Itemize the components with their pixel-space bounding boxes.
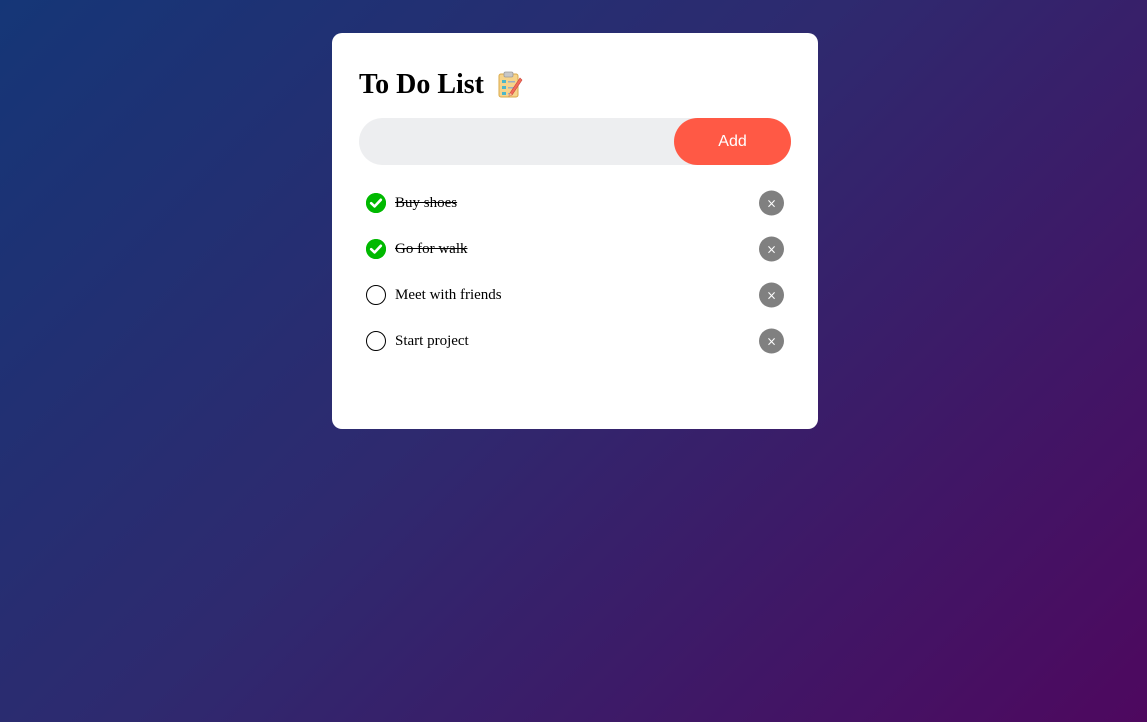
checked-circle-icon[interactable] — [366, 239, 386, 259]
task-input[interactable] — [359, 118, 674, 165]
task-label: Go for walk — [395, 240, 468, 257]
task-input-row: Add — [359, 118, 791, 165]
task-label: Meet with friends — [395, 286, 502, 303]
task-label: Start project — [395, 332, 469, 349]
title-row: To Do List — [359, 66, 791, 104]
task-label: Buy shoes — [395, 194, 458, 211]
delete-task-button[interactable]: × — [759, 236, 784, 262]
unchecked-circle-icon[interactable] — [366, 331, 386, 351]
task-item-buy-shoes[interactable]: Buy shoes × — [359, 180, 791, 226]
task-item-meet-with-friends[interactable]: Meet with friends × — [359, 272, 791, 318]
unchecked-circle-icon[interactable] — [366, 285, 386, 305]
task-list: Buy shoes × Go for walk × Meet with frie… — [359, 180, 791, 364]
delete-task-button[interactable]: × — [759, 328, 784, 354]
delete-task-button[interactable]: × — [759, 282, 784, 308]
clipboard-checklist-icon — [497, 71, 523, 99]
todo-app-card: To Do List Add Buy shoes × Go for walk ×… — [332, 33, 818, 429]
page-title: To Do List — [359, 69, 485, 100]
add-button[interactable]: Add — [674, 118, 791, 165]
delete-task-button[interactable]: × — [759, 190, 784, 216]
task-item-start-project[interactable]: Start project × — [359, 318, 791, 364]
task-item-go-for-walk[interactable]: Go for walk × — [359, 226, 791, 272]
checked-circle-icon[interactable] — [366, 193, 386, 213]
